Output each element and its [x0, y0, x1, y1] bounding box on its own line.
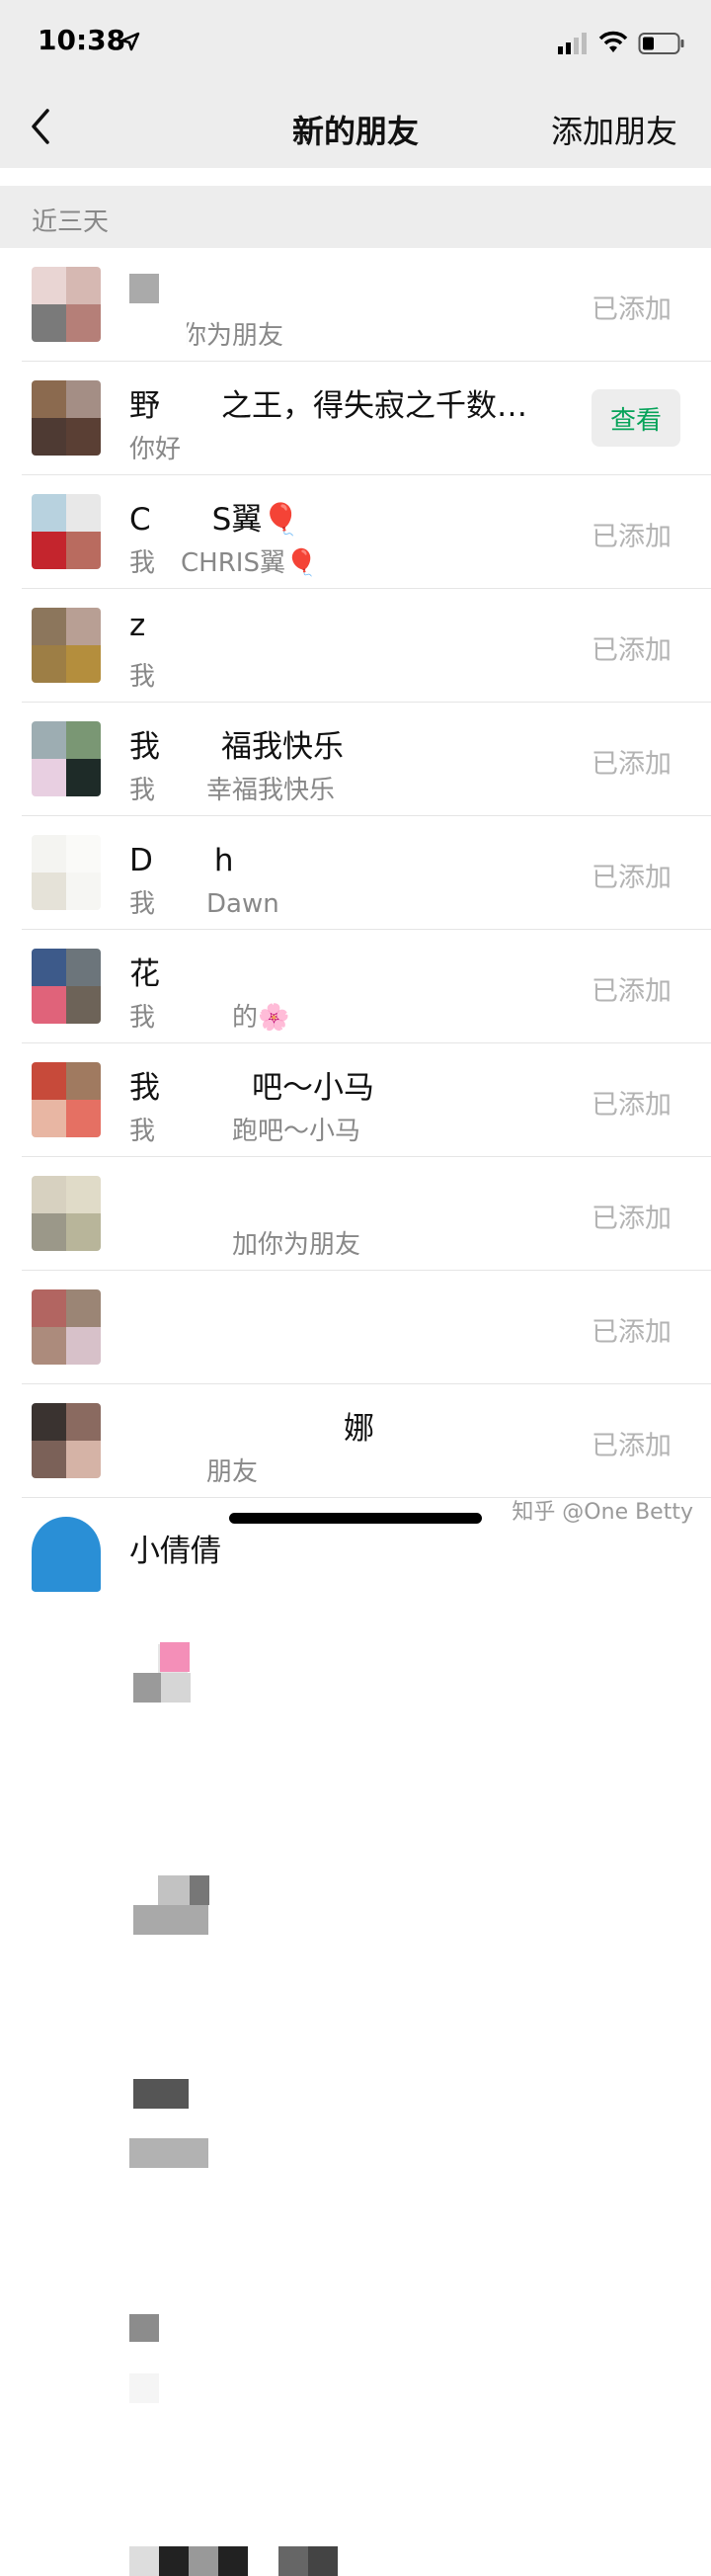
privacy-mosaic [190, 1875, 209, 1905]
friend-request-row[interactable]: 娜 朋友 已添加 [0, 1384, 711, 2576]
privacy-mosaic [129, 315, 187, 349]
request-status: 已添加 [592, 294, 672, 325]
avatar [32, 1062, 101, 1137]
friend-request-row[interactable]: 王 添加你为朋友 已添加 [0, 248, 711, 362]
location-arrow-icon [120, 32, 140, 51]
privacy-mosaic [159, 2546, 189, 2576]
contact-name: 小倩倩 [129, 1534, 221, 1569]
friend-request-row[interactable]: 野 之王，得失寂之千数… 你好 查看 [0, 362, 711, 565]
nav-bar: 新的朋友 添加朋友 [0, 87, 711, 168]
avatar [32, 949, 101, 1024]
request-status: 已添加 [592, 863, 672, 893]
privacy-mosaic [129, 2546, 159, 2576]
friend-request-row[interactable]: 加你为朋友 已添加 [0, 1157, 711, 2168]
contact-name: 野 之王，得失寂之千数… [129, 388, 527, 424]
avatar [32, 608, 101, 683]
friend-request-row[interactable]: 花 我 的🌸 已添加 [0, 930, 711, 1703]
request-message: 加你为朋友 [129, 1230, 361, 1260]
status-time: 10:38 [38, 24, 126, 56]
privacy-mosaic [158, 1875, 190, 1905]
privacy-mosaic [189, 2546, 218, 2576]
privacy-mosaic [129, 2314, 159, 2342]
friend-request-row[interactable]: D h 我 Dawn 已添加 [0, 816, 711, 1490]
privacy-mosaic [133, 1905, 208, 1935]
privacy-mosaic [278, 2546, 308, 2576]
request-message: 朋友 [129, 1457, 259, 1487]
privacy-mosaic [129, 2138, 208, 2168]
spacer [0, 168, 711, 186]
section-title: 近三天 [32, 208, 110, 237]
avatar [32, 1403, 101, 1478]
request-message: 你好 [129, 435, 182, 464]
avatar [32, 721, 101, 796]
request-message: 我 的🌸 [129, 1003, 290, 1033]
request-status: 已添加 [592, 1090, 672, 1121]
friend-request-row[interactable]: 我 吧～小马 我 跑吧～小马 已添加 [0, 1043, 711, 1935]
contact-name: 娜 [129, 1411, 374, 1447]
privacy-mosaic [161, 1673, 191, 1703]
request-status: 已添加 [592, 749, 672, 780]
avatar [32, 380, 101, 456]
privacy-mosaic [133, 2079, 189, 2109]
request-status: 已添加 [592, 976, 672, 1007]
request-message: 我 幸福我快乐 [129, 776, 336, 805]
contact-name: 花 [129, 956, 160, 992]
request-message: 我 [129, 662, 156, 692]
friend-request-list: 王 添加你为朋友 已添加 野 之王，得失寂之千数… 你好 查看 C S翼🎈 我 … [0, 248, 711, 2576]
add-friend-button[interactable]: 添加朋友 [551, 107, 677, 152]
status-bar: 10:38 [0, 0, 711, 87]
contact-name: D h [129, 843, 234, 878]
contact-name: z [129, 608, 146, 643]
request-status: 已添加 [592, 635, 672, 666]
privacy-mosaic [160, 1642, 190, 1672]
avatar [32, 1517, 101, 1592]
watermark: 知乎 @One Betty [512, 1500, 693, 1525]
contact-name: 我 吧～小马 [129, 1070, 374, 1106]
section-header: 近三天 [0, 186, 711, 248]
request-status: 已添加 [592, 1317, 672, 1348]
avatar [32, 1289, 101, 1365]
home-indicator[interactable] [229, 1513, 482, 1524]
avatar [32, 1176, 101, 1251]
request-status: 已添加 [592, 522, 672, 552]
request-message: 我 Dawn [129, 889, 279, 919]
request-message: 我 CHRIS翼🎈 [129, 548, 318, 578]
avatar [32, 267, 101, 342]
friend-request-row[interactable]: 已添加 [0, 1271, 711, 2403]
view-button[interactable]: 查看 [592, 389, 680, 447]
friend-request-row[interactable]: z 我 已添加 [0, 589, 711, 1031]
friend-request-row[interactable]: C S翼🎈 我 CHRIS翼🎈 已添加 [0, 475, 711, 799]
privacy-mosaic [218, 2546, 248, 2576]
privacy-mosaic [129, 274, 159, 303]
avatar [32, 494, 101, 569]
contact-name: 我 福我快乐 [129, 729, 344, 765]
contact-name: C S翼🎈 [129, 502, 300, 538]
avatar [32, 835, 101, 910]
privacy-mosaic [308, 2546, 338, 2576]
battery-icon [638, 33, 684, 54]
wifi-icon [598, 31, 628, 52]
privacy-mosaic [129, 2373, 159, 2403]
signal-icon [558, 33, 587, 54]
privacy-mosaic [133, 1673, 161, 1703]
request-status: 已添加 [592, 1204, 672, 1234]
request-status: 已添加 [592, 1431, 672, 1461]
friend-request-row[interactable]: 我 福我快乐 我 幸福我快乐 已添加 [0, 703, 711, 1266]
request-message: 我 跑吧～小马 [129, 1117, 361, 1146]
